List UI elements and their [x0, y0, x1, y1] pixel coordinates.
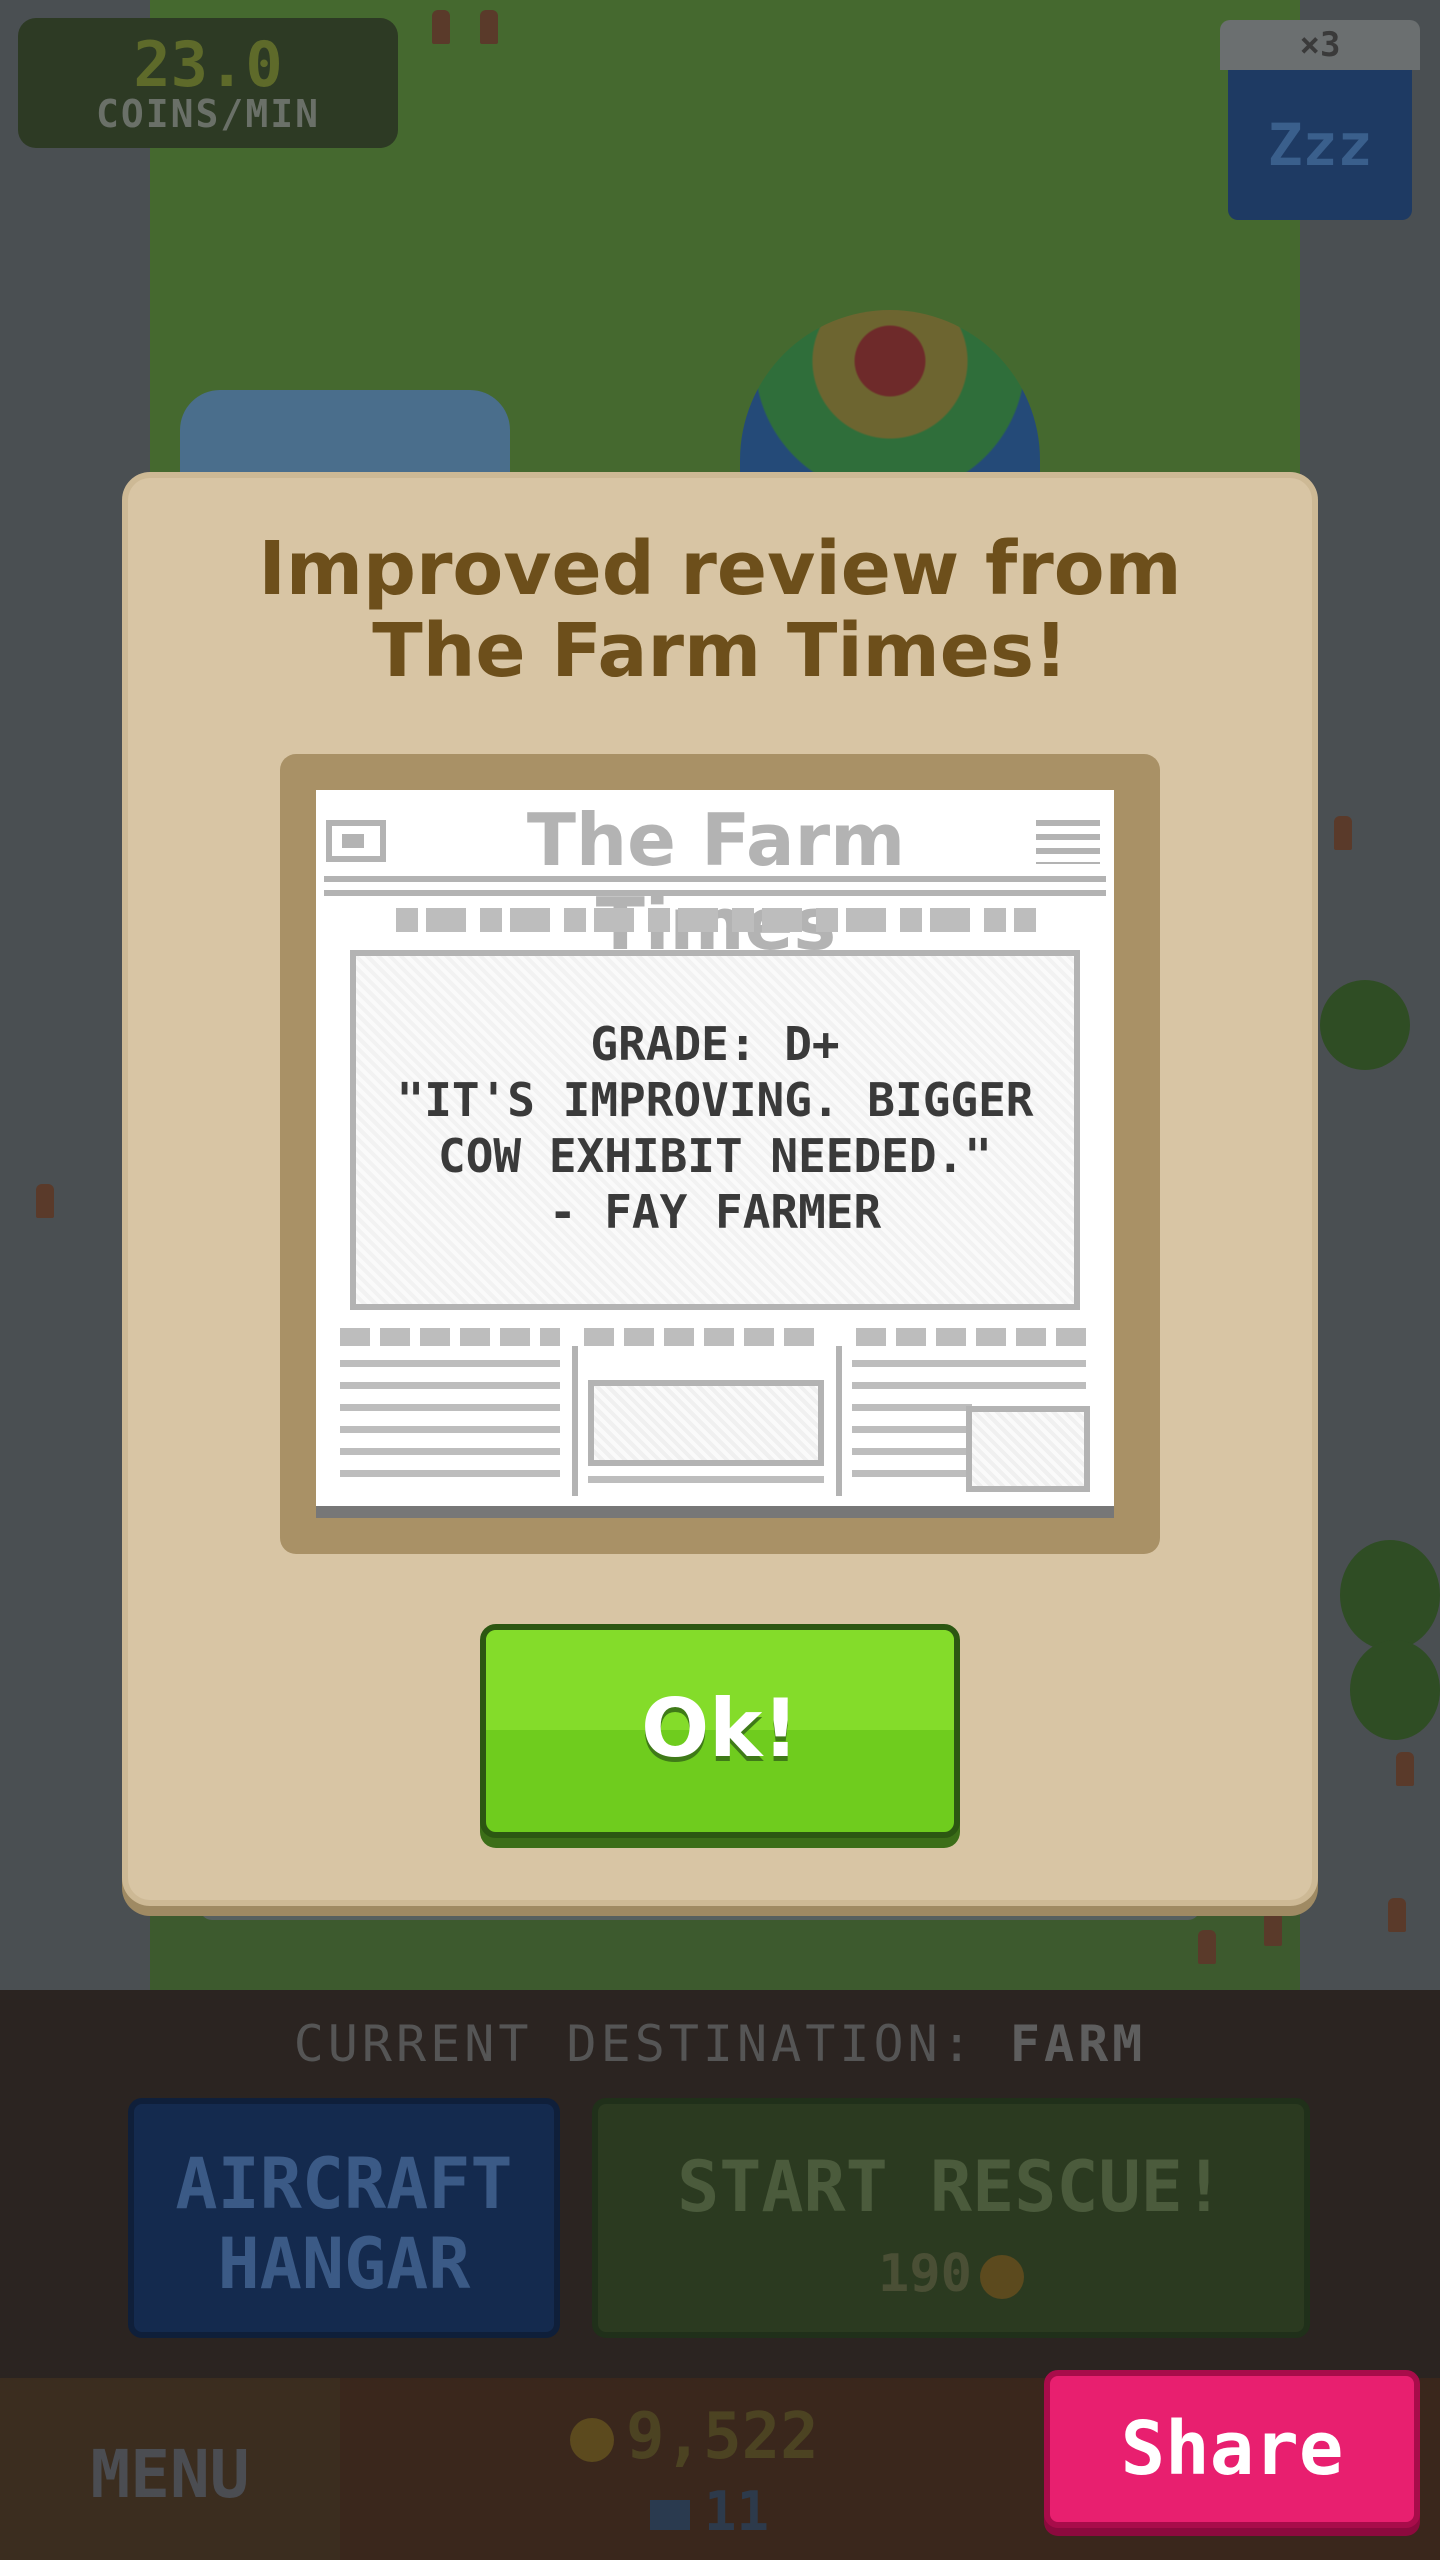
newspaper-icon: [326, 820, 386, 862]
water-tank: [180, 390, 510, 480]
newspaper-icon-detail: [342, 834, 364, 848]
visitor-figure: [1198, 1930, 1216, 1964]
tree: [1340, 1540, 1440, 1650]
rescue-cost: 190: [598, 2244, 1304, 2304]
visitor-figure: [36, 1184, 54, 1218]
visitor-figure: [1334, 816, 1352, 850]
review-quote-line2: COW EXHIBIT NEEDED.": [438, 1129, 992, 1183]
visitor-figure: [1264, 1912, 1282, 1946]
ok-button[interactable]: Ok!: [480, 1624, 960, 1838]
header-rule: [324, 876, 1106, 882]
gems-total: 11: [650, 2480, 950, 2543]
coin-icon: [979, 2255, 1024, 2299]
coin-icon: [570, 2418, 614, 2463]
dialog-title-line1: Improved review from: [258, 526, 1182, 612]
sleep-button[interactable]: ×3 Zzz: [1220, 20, 1420, 230]
newspaper-subheading: [396, 908, 1036, 932]
column-photo: [966, 1406, 1090, 1492]
tree: [1350, 1640, 1440, 1740]
newspaper-header-lines: [1036, 820, 1100, 864]
review-dialog: Improved review from The Farm Times! The…: [128, 478, 1312, 1900]
coins-total: 9,522: [570, 2400, 970, 2474]
sleep-icon: Zzz: [1228, 70, 1412, 220]
visitor-figure: [432, 10, 450, 44]
review-text: GRADE: D+ "IT'S IMPROVING. BIGGER COW EX…: [356, 1016, 1074, 1240]
column-heading: [856, 1328, 1086, 1346]
column-divider: [572, 1346, 578, 1496]
rescue-cost-value: 190: [878, 2244, 972, 2304]
visitor-figure: [480, 10, 498, 44]
visitor-figure: [1388, 1898, 1406, 1932]
sleep-multiplier: ×3: [1220, 20, 1420, 70]
column-photo: [588, 1380, 824, 1466]
column-text: [340, 1360, 560, 1492]
visitor-figure: [1396, 1752, 1414, 1786]
start-rescue-label: START RESCUE!: [677, 2146, 1225, 2228]
destination-value: FARM: [1009, 2015, 1147, 2073]
gem-icon: [650, 2500, 690, 2531]
aircraft-hangar-button[interactable]: AIRCRAFT HANGAR: [128, 2098, 560, 2338]
review-author: - FAY FARMER: [548, 1185, 882, 1239]
column-text: [852, 1360, 1086, 1396]
coins-rate-unit: COINS/MIN: [96, 92, 320, 136]
destination-prefix: CURRENT DESTINATION:: [293, 2015, 1010, 2073]
newspaper: The Farm Times GRADE: D+ "IT'S IMPROVING…: [316, 790, 1114, 1506]
menu-label: MENU: [90, 2436, 250, 2513]
column-text: [588, 1476, 824, 1496]
dialog-title: Improved review from The Farm Times!: [128, 528, 1312, 692]
current-destination: CURRENT DESTINATION: FARM: [0, 2015, 1440, 2073]
share-button[interactable]: Share: [1044, 2370, 1420, 2528]
tree: [1320, 980, 1410, 1070]
aircraft-hangar-label: AIRCRAFT HANGAR: [175, 2143, 513, 2305]
review-grade: GRADE: D+: [590, 1017, 840, 1071]
coins-total-value: 9,522: [626, 2400, 819, 2474]
column-heading: [584, 1328, 814, 1346]
share-label: Share: [1120, 2406, 1344, 2492]
coins-rate-value: 23.0: [133, 28, 283, 101]
dialog-title-line2: The Farm Times!: [372, 608, 1068, 694]
header-rule: [324, 890, 1106, 896]
start-rescue-button[interactable]: START RESCUE! 190: [592, 2098, 1310, 2338]
review-quote-line1: "IT'S IMPROVING. BIGGER: [396, 1073, 1034, 1127]
ok-label: Ok!: [641, 1682, 799, 1775]
newspaper-frame: The Farm Times GRADE: D+ "IT'S IMPROVING…: [280, 754, 1160, 1554]
newspaper-name: The Farm Times: [526, 798, 906, 966]
gems-total-value: 11: [704, 2480, 770, 2543]
menu-button[interactable]: MENU: [0, 2378, 340, 2560]
review-box: GRADE: D+ "IT'S IMPROVING. BIGGER COW EX…: [350, 950, 1080, 1310]
column-heading: [340, 1328, 560, 1346]
column-divider: [836, 1346, 842, 1496]
